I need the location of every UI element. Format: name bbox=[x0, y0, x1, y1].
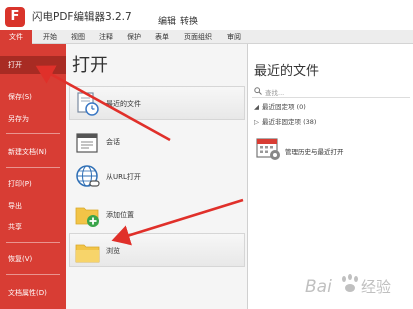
tab-annotate[interactable]: 注释 bbox=[94, 30, 118, 44]
ribbon-tabs: 文件 开始 视图 注释 保护 表单 页面组织 审阅 bbox=[0, 30, 413, 44]
group-pinned-label: 最近固定项 (0) bbox=[262, 103, 306, 111]
app-window: F 闪电PDF编辑器3.2.7 编辑 转换 文件 开始 视图 注释 保护 表单 … bbox=[0, 0, 413, 309]
folder-icon bbox=[75, 244, 100, 263]
search-icon bbox=[254, 87, 262, 95]
svg-text:Bai: Bai bbox=[305, 277, 332, 297]
watermark-logo: Bai 经验 bbox=[305, 274, 391, 297]
title-bar: F 闪电PDF编辑器3.2.7 编辑 转换 bbox=[0, 0, 413, 30]
option-browse-label: 浏览 bbox=[106, 247, 120, 255]
tab-page-organize[interactable]: 页面组织 bbox=[178, 30, 218, 44]
option-browse[interactable]: 浏览 bbox=[69, 233, 245, 267]
page-title: 打开 bbox=[72, 55, 108, 76]
globe-link-icon bbox=[76, 165, 100, 187]
option-open-from-url-label: 从URL打开 bbox=[106, 173, 141, 181]
sidebar-item-export[interactable]: 导出 bbox=[0, 197, 66, 215]
chevron-down-icon: ◢ bbox=[254, 103, 259, 111]
option-recent-files[interactable]: 最近的文件 bbox=[69, 86, 245, 120]
tab-start[interactable]: 开始 bbox=[38, 30, 62, 44]
recent-files-title: 最近的文件 bbox=[254, 64, 320, 79]
search-placeholder: 查找... bbox=[265, 89, 285, 97]
menu-convert[interactable]: 转换 bbox=[180, 14, 198, 27]
sidebar-item-document-properties[interactable]: 文档属性(D) bbox=[0, 284, 66, 302]
tab-form[interactable]: 表单 bbox=[150, 30, 174, 44]
group-unpinned[interactable]: ▷ 最近非固定项 (38) bbox=[254, 116, 316, 126]
manage-history-link[interactable]: 管理历史与最近打开 bbox=[285, 146, 344, 156]
option-open-from-url[interactable]: 从URL打开 bbox=[69, 159, 245, 193]
sidebar-item-save-as[interactable]: 另存为 bbox=[0, 110, 66, 128]
sidebar-divider bbox=[6, 274, 60, 275]
sidebar-divider bbox=[6, 167, 60, 168]
sidebar-item-new-document[interactable]: 新建文档(N) bbox=[0, 143, 66, 161]
sidebar-divider bbox=[6, 242, 60, 243]
open-options-panel: 打开 最近的文件 会话 从URL打开 添加位置 浏览 bbox=[66, 44, 248, 309]
sidebar-divider bbox=[6, 133, 60, 134]
recent-search-input[interactable]: 查找... bbox=[252, 85, 410, 98]
group-pinned[interactable]: ◢ 最近固定项 (0) bbox=[254, 101, 306, 111]
sidebar-item-open[interactable]: 打开 bbox=[0, 56, 66, 74]
sidebar-item-print[interactable]: 打印(P) bbox=[0, 175, 66, 193]
recent-file-icon bbox=[77, 92, 99, 116]
file-sidebar: 打开 保存(S) 另存为 新建文档(N) 打印(P) 导出 共享 恢复(V) 文… bbox=[0, 44, 66, 309]
app-logo-icon: F bbox=[5, 7, 25, 27]
option-recent-files-label: 最近的文件 bbox=[106, 100, 141, 108]
sidebar-item-share[interactable]: 共享 bbox=[0, 218, 66, 236]
option-add-location[interactable]: 添加位置 bbox=[69, 197, 245, 231]
sidebar-item-save[interactable]: 保存(S) bbox=[0, 88, 66, 106]
tab-review[interactable]: 审阅 bbox=[222, 30, 246, 44]
calendar-gear-icon bbox=[256, 138, 280, 160]
tab-protect[interactable]: 保护 bbox=[122, 30, 146, 44]
menu-edit[interactable]: 编辑 bbox=[158, 14, 176, 27]
svg-text:经验: 经验 bbox=[361, 278, 391, 296]
tab-view[interactable]: 视图 bbox=[66, 30, 90, 44]
chevron-right-icon: ▷ bbox=[254, 118, 259, 126]
session-icon bbox=[76, 133, 98, 153]
sidebar-item-recover[interactable]: 恢复(V) bbox=[0, 250, 66, 268]
app-title: 闪电PDF编辑器3.2.7 bbox=[32, 11, 132, 23]
option-add-location-label: 添加位置 bbox=[106, 211, 134, 219]
add-folder-icon bbox=[75, 207, 99, 227]
option-session[interactable]: 会话 bbox=[69, 124, 245, 158]
option-session-label: 会话 bbox=[106, 138, 120, 146]
tab-file[interactable]: 文件 bbox=[0, 30, 32, 44]
group-unpinned-label: 最近非固定项 (38) bbox=[262, 118, 317, 126]
